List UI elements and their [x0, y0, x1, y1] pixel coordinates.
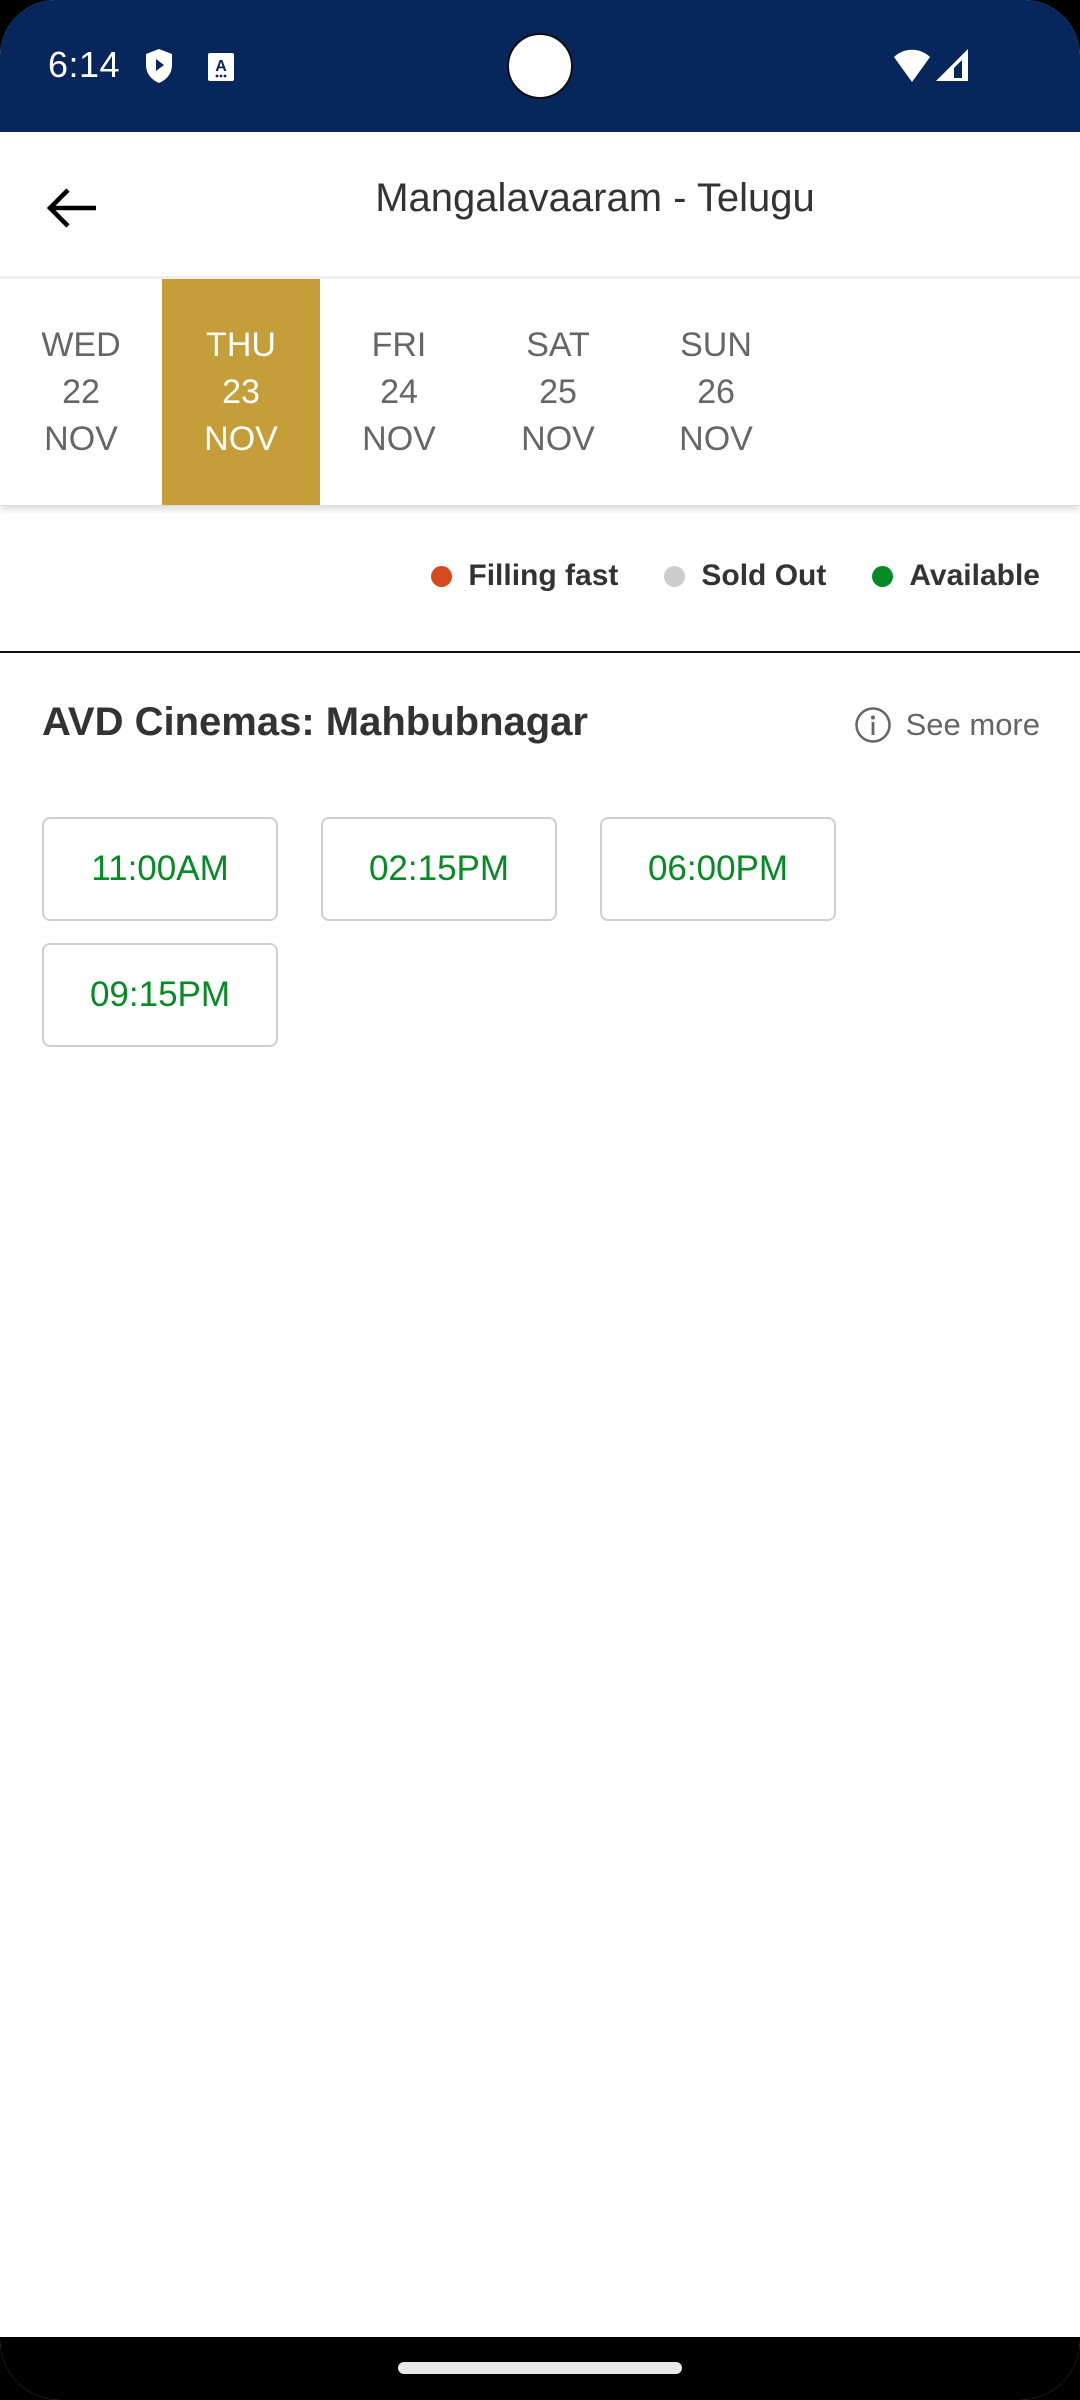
date-tab-day: THU [206, 325, 276, 364]
home-gesture-handle[interactable] [398, 2362, 682, 2374]
wifi-icon [893, 49, 931, 87]
status-time: 6:14 [48, 44, 121, 85]
available-dot-icon [872, 565, 894, 587]
date-tab-thu-23[interactable]: THU 23 NOV [162, 279, 320, 505]
filling-fast-dot-icon [431, 565, 453, 587]
date-tab-date: 23 [222, 372, 260, 411]
status-bar: 6:14 A [0, 0, 1080, 132]
legend-label: Sold Out [701, 559, 827, 592]
date-tab-date: 22 [62, 372, 100, 411]
date-tab-wed-22[interactable]: WED 22 NOV [2, 279, 160, 505]
date-tab-day: SUN [680, 325, 752, 364]
cinema-header: AVD Cinemas: Mahbubnagar See more [42, 700, 1040, 760]
availability-legend: Filling fast Sold Out Available [385, 556, 1040, 596]
date-tab-day: FRI [371, 325, 427, 364]
date-tab-month: NOV [521, 419, 595, 458]
sold-out-dot-icon [664, 565, 686, 587]
see-more-button[interactable]: See more [854, 706, 1040, 744]
shield-play-icon [145, 48, 173, 89]
page-title-text: Mangalavaaram - Telugu [375, 176, 815, 220]
legend-item-available: Available [872, 559, 1040, 593]
legend-item-sold-out: Sold Out [664, 559, 826, 593]
date-tab-day: WED [41, 325, 121, 364]
camera-cutout [507, 33, 573, 99]
system-navigation-bar [0, 2337, 1080, 2400]
cinema-name: AVD Cinemas: Mahbubnagar [42, 700, 588, 744]
svg-text:A: A [215, 58, 227, 75]
date-tab-sun-26[interactable]: SUN 26 NOV [637, 279, 795, 505]
cellular-signal-icon [935, 48, 969, 87]
date-tab-fri-24[interactable]: FRI 24 NOV [320, 279, 478, 505]
date-tab-date: 25 [539, 372, 577, 411]
legend-label: Filling fast [468, 559, 619, 592]
page-title: Mangalavaaram - Telugu [0, 176, 1080, 221]
showtime-button-0915pm[interactable]: 09:15PM [42, 943, 278, 1047]
legend-label: Available [909, 559, 1040, 592]
legend-item-filling-fast: Filling fast [431, 559, 618, 593]
legend-divider [0, 651, 1080, 653]
showtime-button-0600pm[interactable]: 06:00PM [600, 817, 836, 921]
date-tab-sat-25[interactable]: SAT 25 NOV [479, 279, 637, 505]
date-tab-month: NOV [362, 419, 436, 458]
app-bar: Mangalavaaram - Telugu [0, 132, 1080, 278]
date-tab-day: SAT [526, 325, 590, 364]
date-selector: WED 22 NOV THU 23 NOV FRI 24 NOV SAT 25 … [0, 279, 1080, 506]
date-tab-date: 24 [380, 372, 418, 411]
date-tab-month: NOV [44, 419, 118, 458]
date-tab-month: NOV [679, 419, 753, 458]
info-icon [854, 707, 891, 743]
date-tab-date: 26 [697, 372, 735, 411]
showtimes-list: 11:00AM 02:15PM 06:00PM 09:15PM [42, 817, 942, 1047]
showtime-button-0215pm[interactable]: 02:15PM [321, 817, 557, 921]
see-more-label: See more [905, 707, 1040, 742]
screen: 6:14 A Mangalavaaram - Telugu WED 22 NOV [0, 0, 1080, 2400]
showtime-button-1100am[interactable]: 11:00AM [42, 817, 278, 921]
date-tab-month: NOV [204, 419, 278, 458]
accessibility-a-icon: A [208, 53, 234, 86]
